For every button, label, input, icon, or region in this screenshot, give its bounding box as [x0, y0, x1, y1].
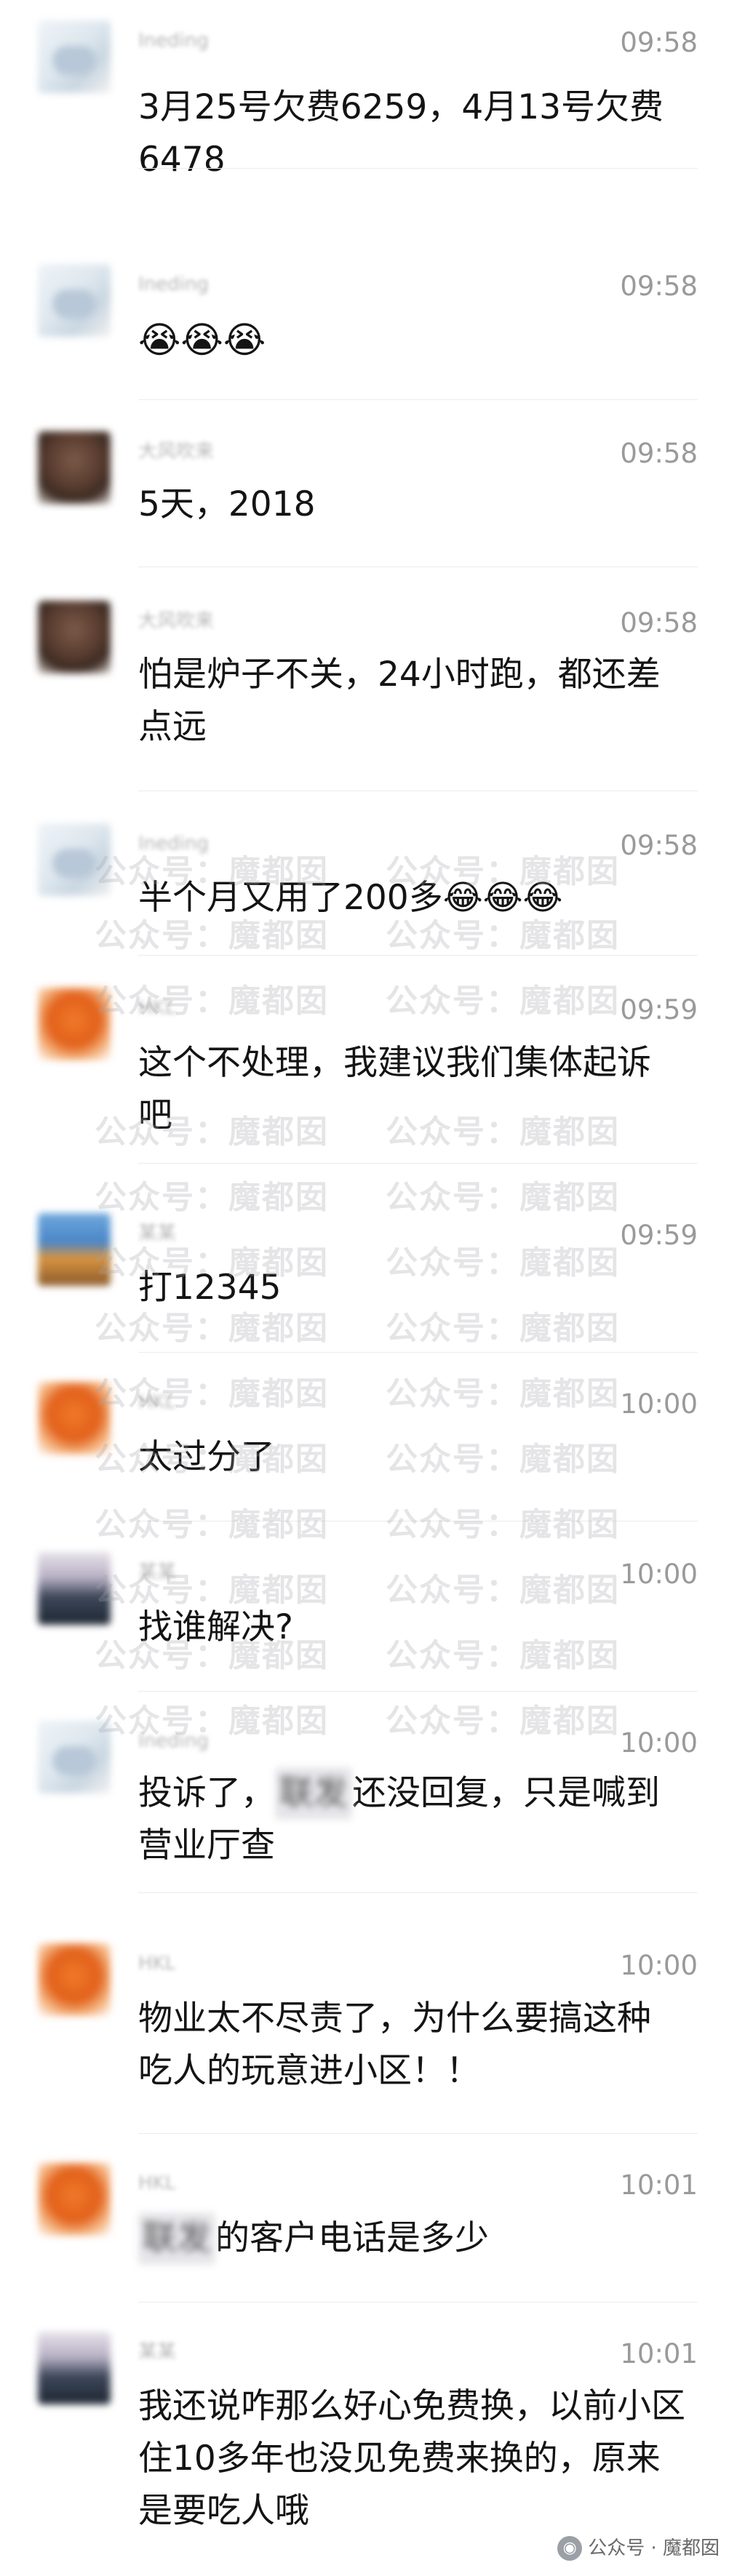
chat-message: 大风吹来 09:58 5天，2018	[0, 411, 737, 567]
redacted-company-name: 联发	[275, 1767, 352, 1820]
sender-nickname: Ineding	[138, 833, 209, 855]
message-text[interactable]: 太过分了	[138, 1431, 691, 1484]
message-time: 09:58	[620, 27, 698, 58]
user-avatar[interactable]	[38, 1552, 111, 1625]
message-time: 09:59	[620, 994, 698, 1025]
user-avatar[interactable]	[38, 1382, 111, 1455]
divider	[138, 955, 698, 956]
divider	[138, 2302, 698, 2303]
user-avatar[interactable]	[38, 988, 111, 1060]
user-avatar[interactable]	[38, 2332, 111, 2404]
chat-message: HKL 10:00 太过分了	[0, 1361, 737, 1521]
redacted-company-name: 联发	[138, 2212, 215, 2265]
user-avatar[interactable]	[38, 1943, 111, 2016]
message-time: 09:58	[620, 607, 698, 639]
chat-message: HKL 10:01 联发 的客户电话是多少	[0, 2143, 737, 2303]
user-avatar[interactable]	[38, 2163, 111, 2236]
wechat-official-account-icon: ◉	[557, 2536, 583, 2561]
chat-message: HKL 09:59 这个不处理，我建议我们集体起诉吧	[0, 967, 737, 1164]
chat-history: Ineding 09:58 3月25号欠费6259，4月13号欠费6478 In…	[0, 0, 737, 2576]
chat-message: Ineding 10:00 投诉了， 联发 还没回复，只是喊到营业厅查	[0, 1700, 737, 1893]
crying-emoji-icon: 😭😭😭	[138, 319, 266, 361]
divider	[138, 399, 698, 400]
divider	[138, 1352, 698, 1353]
sender-nickname: 某某	[138, 1223, 177, 1244]
chat-message: 大风吹来 09:58 怕是炉子不关，24小时跑，都还差点远	[0, 580, 737, 791]
message-text[interactable]: 找谁解决?	[138, 1601, 691, 1654]
user-avatar[interactable]	[38, 601, 111, 673]
message-time: 09:58	[620, 271, 698, 302]
message-time: 10:00	[620, 1727, 698, 1759]
divider	[138, 1163, 698, 1164]
sender-nickname: Ineding	[138, 30, 209, 52]
message-text[interactable]: 半个月又用了200多😂😂😂	[138, 872, 691, 924]
footer-label: 公众号 · 魔都囡	[588, 2537, 720, 2559]
user-avatar[interactable]	[38, 264, 111, 337]
message-text[interactable]: 5天，2018	[138, 479, 691, 531]
user-avatar[interactable]	[38, 1721, 111, 1793]
chat-message: 某某 10:00 找谁解决?	[0, 1532, 737, 1692]
message-time: 09:59	[620, 1220, 698, 1251]
chat-message: Ineding 09:58 😭😭😭	[0, 244, 737, 400]
message-text[interactable]: 3月25号欠费6259，4月13号欠费6478	[138, 81, 677, 186]
sender-nickname: Ineding	[138, 1730, 209, 1752]
sender-nickname: 某某	[138, 2341, 177, 2363]
user-avatar[interactable]	[38, 20, 111, 93]
chat-message: Ineding 09:58 3月25号欠费6259，4月13号欠费6478	[0, 0, 737, 180]
message-time: 10:01	[620, 2169, 698, 2201]
message-text-part: 投诉了，	[138, 1773, 275, 1813]
message-text[interactable]: 我还说咋那么好心免费换，以前小区住10多年也没见免费来换的，原来是要吃人哦	[138, 2380, 691, 2537]
user-avatar[interactable]	[38, 823, 111, 896]
message-text[interactable]: 😭😭😭	[138, 312, 691, 367]
message-time: 09:58	[620, 830, 698, 861]
chat-message: 某某 09:59 打12345	[0, 1193, 737, 1353]
sender-nickname: 大风吹来	[138, 610, 215, 632]
message-text[interactable]: 怕是炉子不关，24小时跑，都还差点远	[138, 649, 669, 753]
sender-nickname: 某某	[138, 1561, 177, 1583]
message-time: 10:00	[620, 1388, 698, 1420]
sender-nickname: 大风吹来	[138, 441, 215, 463]
message-text[interactable]: 这个不处理，我建议我们集体起诉吧	[138, 1037, 677, 1142]
sender-nickname: Ineding	[138, 273, 209, 295]
message-text[interactable]: 物业太不尽责了，为什么要搞这种吃人的玩意进小区！！	[138, 1993, 677, 2097]
message-time: 09:58	[620, 438, 698, 469]
message-text[interactable]: 联发 的客户电话是多少	[138, 2212, 691, 2265]
chat-message: HKL 10:00 物业太不尽责了，为什么要搞这种吃人的玩意进小区！！	[0, 1923, 737, 2134]
official-account-footer[interactable]: ◉ 公众号 · 魔都囡	[557, 2534, 720, 2563]
divider	[138, 1691, 698, 1692]
message-text[interactable]: 投诉了， 联发 还没回复，只是喊到营业厅查	[138, 1767, 677, 1872]
message-time: 10:00	[620, 1559, 698, 1590]
message-text[interactable]: 打12345	[138, 1262, 691, 1314]
divider	[138, 2133, 698, 2134]
chat-message: Ineding 09:58 半个月又用了200多😂😂😂	[0, 803, 737, 956]
sender-nickname: HKL	[138, 997, 176, 1019]
user-avatar[interactable]	[38, 431, 111, 504]
sender-nickname: HKL	[138, 2172, 176, 2194]
message-text-part: 的客户电话是多少	[215, 2218, 489, 2258]
user-avatar[interactable]	[38, 1213, 111, 1286]
message-time: 10:01	[620, 2338, 698, 2369]
divider	[138, 168, 698, 169]
message-time: 10:00	[620, 1950, 698, 1981]
sender-nickname: HKL	[138, 1391, 176, 1413]
divider	[138, 1892, 698, 1893]
sender-nickname: HKL	[138, 1953, 176, 1975]
